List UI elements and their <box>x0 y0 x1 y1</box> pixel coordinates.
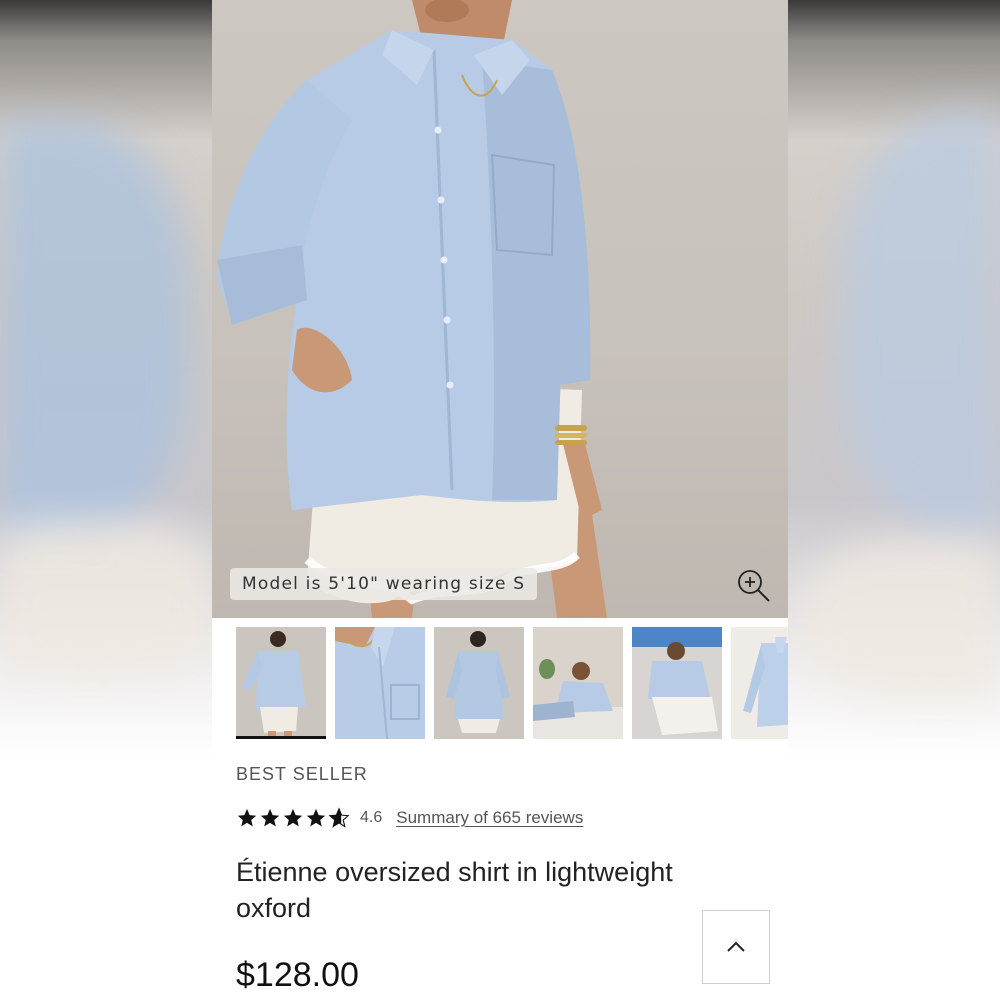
model-size-caption: Model is 5'10" wearing size S <box>230 568 538 600</box>
model-photo <box>217 0 607 618</box>
thumbnail-model-back[interactable] <box>434 627 524 739</box>
zoom-in-icon <box>738 570 770 602</box>
star-full-icon <box>260 808 280 827</box>
reviews-summary-link[interactable]: Summary of 665 reviews <box>396 808 583 828</box>
back-to-top-button[interactable] <box>702 910 770 984</box>
product-hero-image[interactable]: Model is 5'10" wearing size S <box>212 0 788 618</box>
thumbnail-collar-detail[interactable] <box>335 627 425 739</box>
star-partial-icon <box>328 807 350 828</box>
product-title: Étienne oversized shirt in lightweight o… <box>236 857 673 923</box>
product-price: $128.00 <box>236 956 359 994</box>
thumbnail-flat-lay[interactable] <box>731 627 788 739</box>
zoom-button[interactable] <box>736 568 772 604</box>
thumbnail-model-seated[interactable] <box>632 627 722 739</box>
rating-value: 4.6 <box>360 809 383 826</box>
thumbnail-model-front[interactable] <box>236 627 326 739</box>
star-full-icon <box>306 808 326 827</box>
product-page: Model is 5'10" wearing size S BEST SELLE… <box>212 0 788 1000</box>
blurred-backdrop-left <box>0 0 212 1000</box>
star-rating <box>236 807 350 829</box>
thumbnail-strip[interactable] <box>236 627 788 741</box>
star-full-icon <box>283 808 303 827</box>
star-full-icon <box>237 808 257 827</box>
rating-row: 4.6 Summary of 665 reviews <box>236 804 583 832</box>
thumbnail-model-lounging[interactable] <box>533 627 623 739</box>
best-seller-badge: BEST SELLER <box>236 764 368 784</box>
blurred-backdrop-right <box>788 0 1000 1000</box>
chevron-up-icon <box>727 941 745 952</box>
